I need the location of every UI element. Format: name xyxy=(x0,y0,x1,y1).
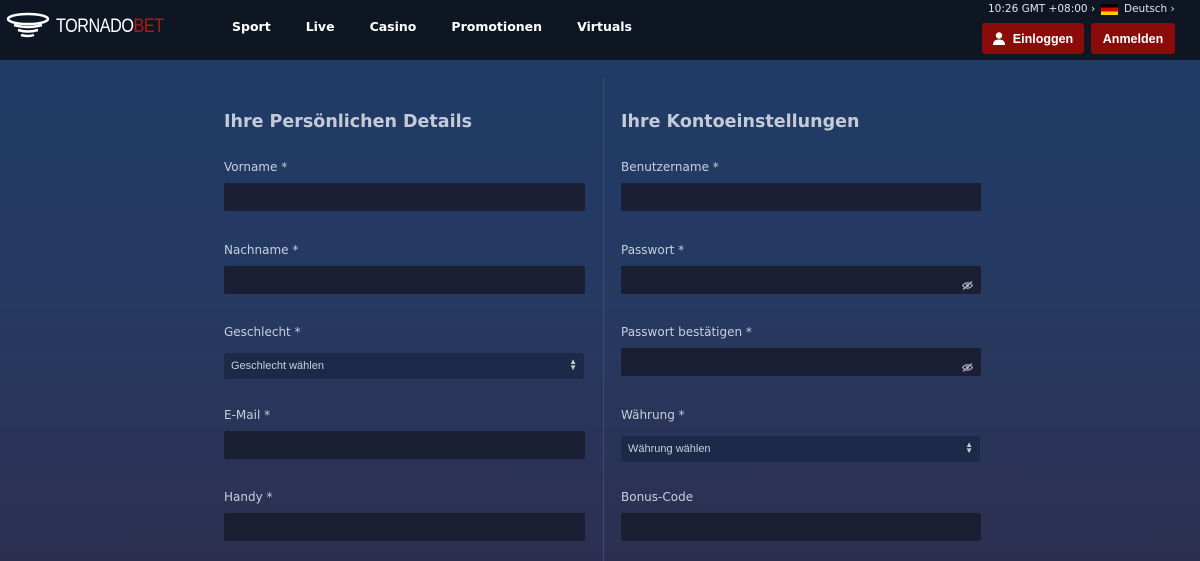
login-label: Einloggen xyxy=(1012,31,1074,46)
field-label: Passwort bestätigen * xyxy=(621,325,752,339)
user-icon xyxy=(992,32,1005,45)
field-label: Passwort * xyxy=(621,242,685,257)
eye-slash-icon[interactable] xyxy=(961,275,974,294)
nav-live[interactable]: Live xyxy=(306,19,335,34)
sort-arrows-icon: ▲ ▼ xyxy=(569,357,577,372)
field-label: Bonus-Code xyxy=(621,490,694,504)
header: TORNADOBET Sport Live Casino Promotionen… xyxy=(0,0,1200,60)
field-label: Handy * xyxy=(224,490,273,504)
vorname-input[interactable] xyxy=(224,183,585,211)
nav-sport[interactable]: Sport xyxy=(232,19,271,34)
language-label: Deutsch › xyxy=(1124,3,1175,15)
section-title: Ihre Persönlichen Details xyxy=(224,112,473,132)
nachname-input[interactable] xyxy=(224,265,585,294)
field-label: E-Mail * xyxy=(224,407,271,422)
field-label: Nachname * xyxy=(224,242,299,257)
nav-virtuals[interactable]: Virtuals xyxy=(577,19,632,34)
e-mail-input[interactable] xyxy=(224,430,585,459)
logo[interactable]: TORNADOBET xyxy=(6,12,183,42)
field-label: Benutzername * xyxy=(621,160,719,174)
geschlecht-select[interactable]: Geschlecht wählen ▲ ▼ xyxy=(224,353,584,379)
handy-input[interactable] xyxy=(224,513,585,541)
login-button[interactable]: Einloggen xyxy=(982,23,1084,54)
sort-arrows-icon: ▲ ▼ xyxy=(965,439,973,455)
field-label: Vorname * xyxy=(224,160,288,174)
nav-casino[interactable]: Casino xyxy=(370,19,417,34)
benutzername-input[interactable] xyxy=(621,183,981,211)
nav-promotionen[interactable]: Promotionen xyxy=(451,19,542,34)
select-value: Geschlecht wählen xyxy=(231,360,324,372)
language-selector[interactable]: Deutsch › xyxy=(1101,3,1175,15)
main-nav: Sport Live Casino Promotionen Virtuals xyxy=(232,19,632,34)
brand-name: TORNADOBET xyxy=(56,16,164,37)
register-button[interactable]: Anmelden xyxy=(1091,23,1175,54)
passwort-input[interactable] xyxy=(621,265,981,294)
timezone-selector[interactable]: 10:26 GMT +08:00 › xyxy=(988,3,1095,15)
field-label: Geschlecht * xyxy=(224,325,301,339)
section-title: Ihre Kontoeinstellungen xyxy=(621,112,860,132)
field-label: Währung * xyxy=(621,407,685,422)
tornado-icon xyxy=(6,12,50,38)
select-value: Währung wählen xyxy=(628,442,711,455)
währung-select[interactable]: Währung wählen ▲ ▼ xyxy=(621,435,980,462)
eye-slash-icon[interactable] xyxy=(961,357,974,376)
german-flag-icon xyxy=(1101,3,1118,15)
passwort-bestätigen-input[interactable] xyxy=(621,348,981,376)
bonus-code-input[interactable] xyxy=(621,513,981,541)
column-divider xyxy=(603,78,604,561)
